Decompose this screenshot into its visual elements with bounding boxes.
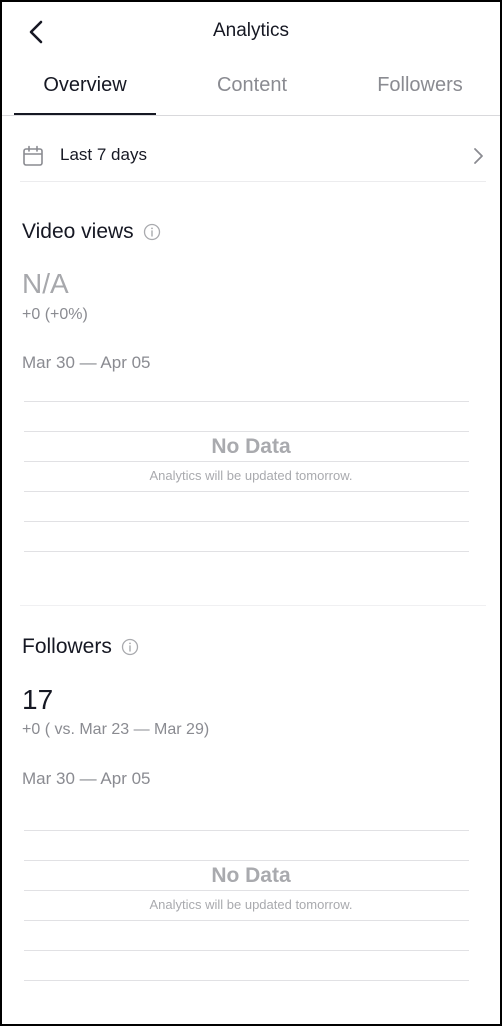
tab-followers[interactable]: Followers [350, 74, 490, 116]
date-range-label: Last 7 days [60, 145, 147, 164]
chart-gridline [24, 551, 469, 552]
video-views-heading: Video views [22, 220, 161, 244]
video-views-delta: +0 (+0%) [22, 306, 88, 323]
video-views-range: Mar 30 — Apr 05 [22, 353, 151, 372]
chart-gridline [24, 401, 469, 402]
video-views-no-data: No Data [211, 435, 291, 458]
video-views-no-data-subtitle: Analytics will be updated tomorrow. [149, 468, 353, 483]
header: Analytics [2, 2, 500, 62]
chart-gridline [24, 830, 469, 831]
section-divider [20, 605, 486, 606]
page-title: Analytics [212, 20, 290, 41]
info-icon[interactable] [121, 638, 139, 656]
info-icon[interactable] [143, 223, 161, 241]
followers-no-data-subtitle: Analytics will be updated tomorrow. [149, 897, 353, 912]
tab-bar: Overview Content Followers [2, 66, 500, 116]
chart-gridline [24, 521, 469, 522]
followers-value: 17 [22, 684, 54, 715]
chart-gridline [24, 461, 469, 462]
followers-heading: Followers [22, 635, 139, 659]
active-tab-indicator [14, 113, 156, 115]
calendar-icon [23, 145, 43, 166]
chart-gridline [24, 491, 469, 492]
chart-gridline [24, 920, 469, 921]
followers-delta: +0 ( vs. Mar 23 — Mar 29) [22, 721, 210, 738]
followers-no-data: No Data [211, 864, 291, 887]
followers-title: Followers [22, 635, 112, 658]
chart-gridline [24, 431, 469, 432]
chart-gridline [24, 890, 469, 891]
chart-gridline [24, 980, 469, 981]
analytics-screen: Analytics Overview Content Followers Las… [0, 0, 502, 1026]
tab-overview[interactable]: Overview [14, 74, 156, 116]
video-views-value: N/A [22, 268, 69, 299]
chart-gridline [24, 950, 469, 951]
video-views-title: Video views [22, 220, 134, 243]
chevron-right-icon [474, 148, 483, 164]
chart-gridline [24, 860, 469, 861]
date-range-selector[interactable]: Last 7 days [20, 132, 486, 182]
tab-content[interactable]: Content [182, 74, 322, 116]
followers-range: Mar 30 — Apr 05 [22, 769, 151, 788]
